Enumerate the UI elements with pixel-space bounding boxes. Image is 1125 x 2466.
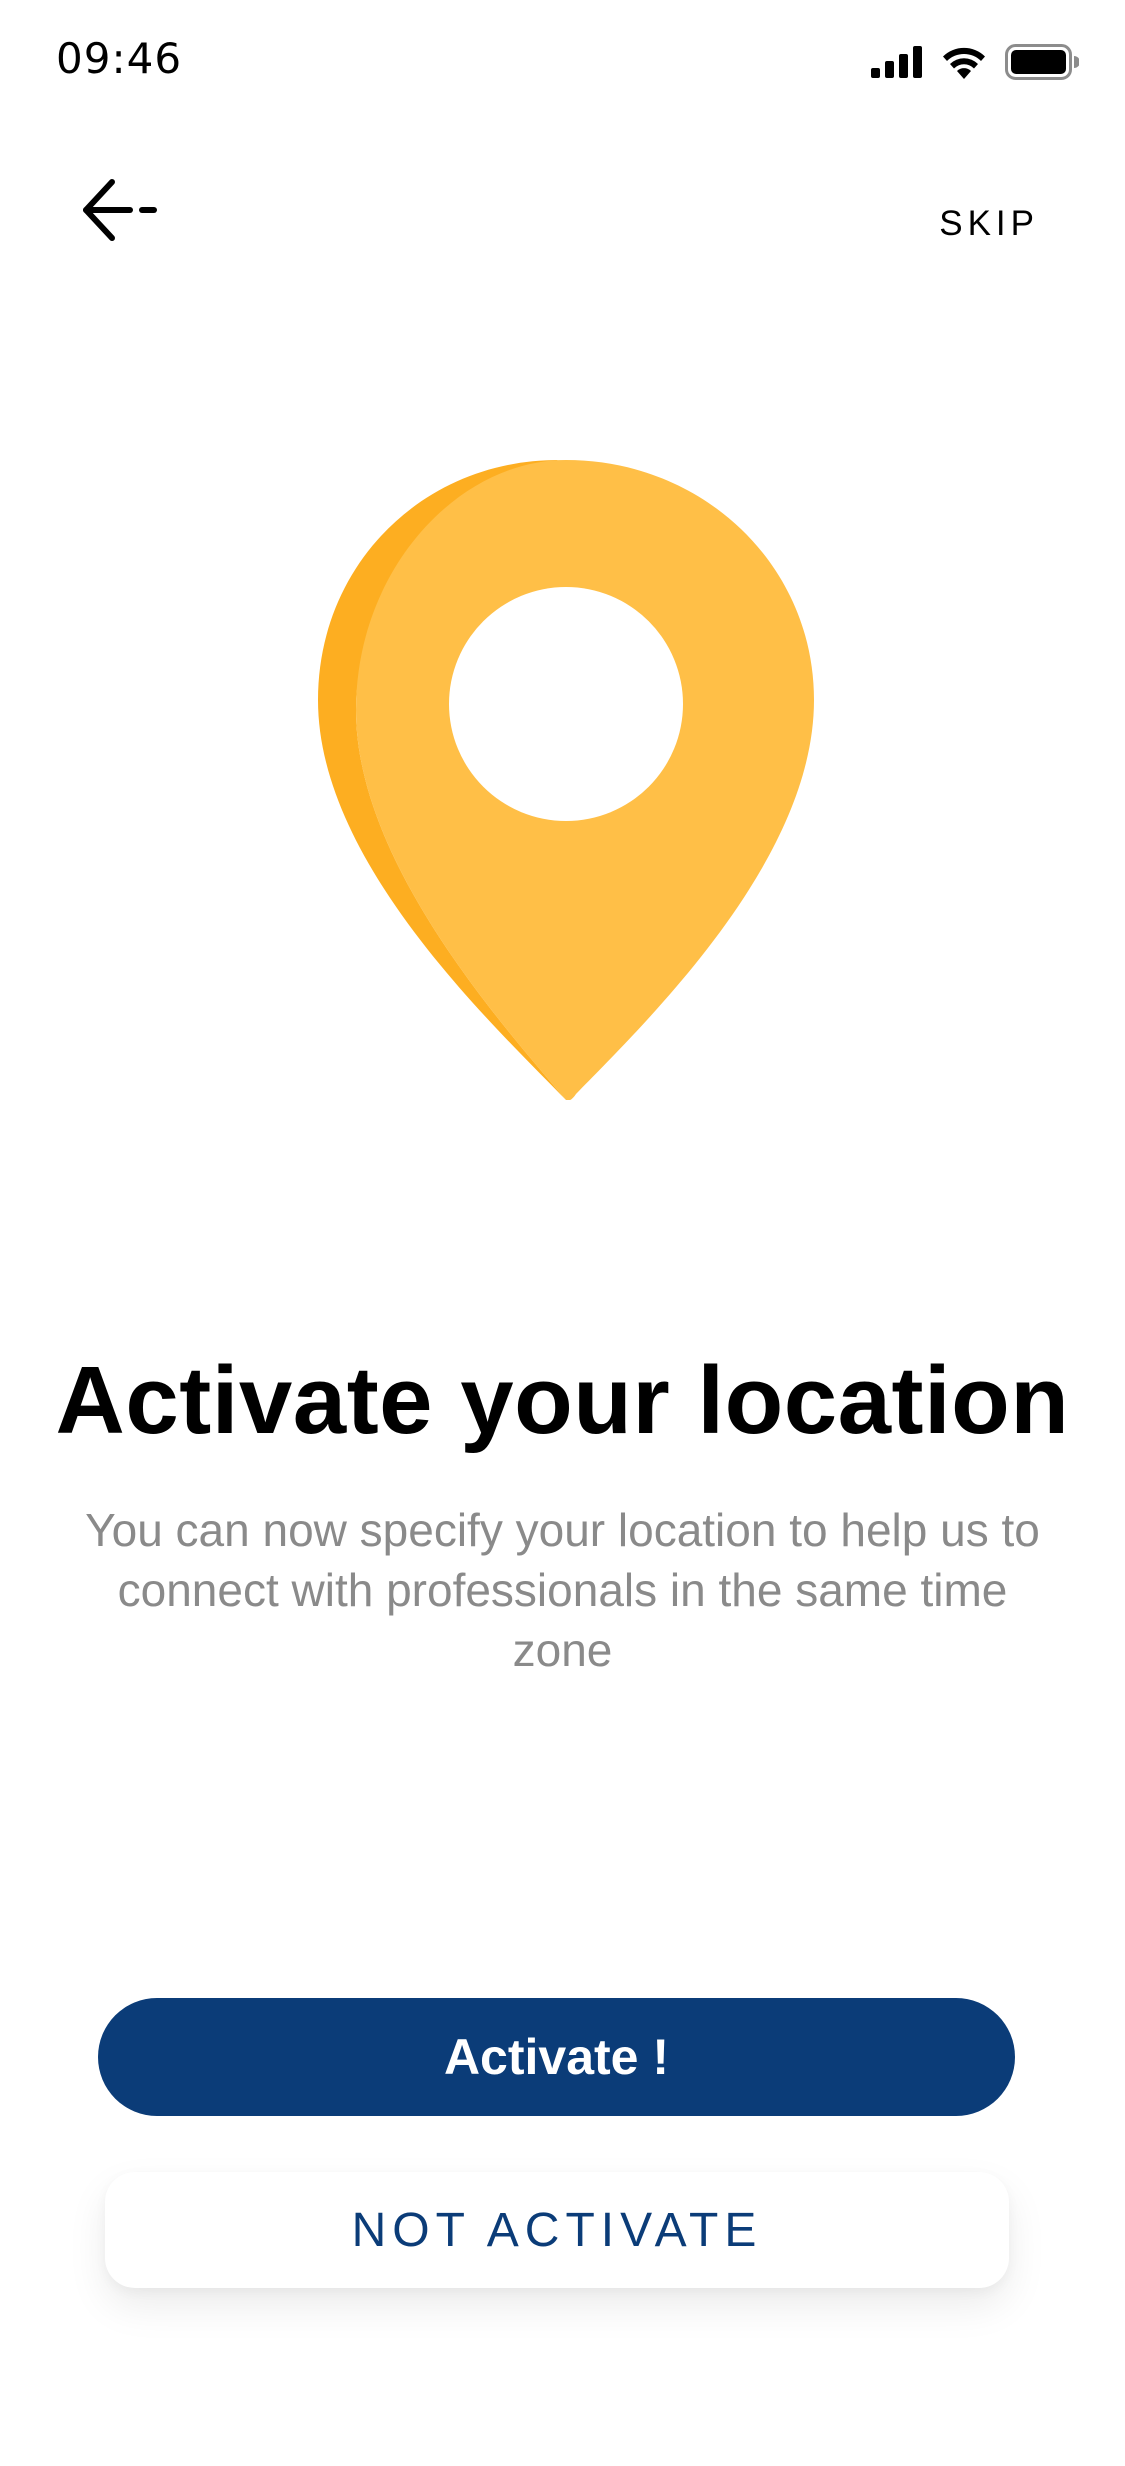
skip-button[interactable]: SKIP: [939, 204, 1039, 244]
status-icons: [871, 44, 1080, 85]
page-description: You can now specify your location to hel…: [85, 1504, 1040, 1676]
cellular-signal-icon: [871, 46, 923, 83]
location-pin-icon: [318, 460, 814, 1101]
status-bar: 09:46: [0, 0, 1125, 120]
back-button[interactable]: [72, 170, 172, 250]
not-activate-button[interactable]: NOT ACTIVATE: [105, 2172, 1009, 2288]
back-arrow-icon: [72, 179, 172, 254]
battery-icon: [1005, 44, 1080, 85]
page-title: Activate your location: [55, 1347, 1070, 1454]
activate-button[interactable]: Activate !: [98, 1998, 1015, 2116]
status-time: 09:46: [56, 34, 183, 83]
wifi-icon: [941, 45, 987, 84]
